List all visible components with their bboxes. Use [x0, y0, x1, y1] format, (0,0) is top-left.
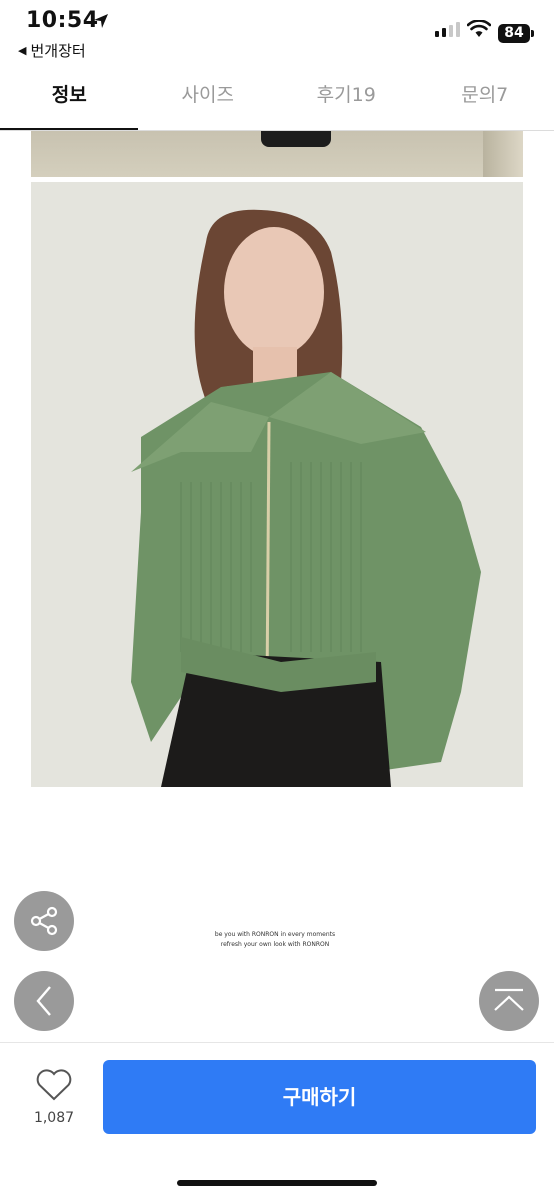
battery-indicator: 84: [498, 24, 530, 43]
image-caption: be you with RONRON in every moments refr…: [150, 930, 400, 950]
tab-inquiries[interactable]: 문의7: [416, 72, 554, 130]
like-count: 1,087: [33, 1110, 75, 1126]
battery-tip: [531, 30, 534, 37]
shoe-shape: [261, 131, 331, 147]
stair-rail-shape: [483, 131, 523, 177]
tab-size[interactable]: 사이즈: [139, 72, 278, 130]
product-image-partial: [31, 131, 523, 177]
status-bar: 10:54 84: [0, 0, 554, 43]
heart-icon: [36, 1069, 72, 1101]
back-app-label: 번개장터: [30, 42, 86, 60]
tab-info[interactable]: 정보: [0, 72, 139, 131]
product-image-model: [31, 182, 523, 787]
share-icon: [30, 906, 58, 936]
scroll-top-icon: [494, 988, 524, 1011]
tab-bar: 정보 사이즈 후기19 문의7: [0, 72, 554, 131]
back-to-app-link[interactable]: ◀ 번개장터: [18, 40, 86, 61]
scroll-to-top-button[interactable]: [479, 971, 539, 1031]
caption-line-2: refresh your own look with RONRON: [220, 941, 330, 948]
share-button[interactable]: [14, 891, 74, 951]
caption-line-1: be you with RONRON in every moments: [214, 931, 336, 938]
previous-button[interactable]: [14, 971, 74, 1031]
wifi-icon: [467, 20, 491, 37]
buy-button[interactable]: 구매하기: [103, 1060, 536, 1134]
home-indicator: [177, 1180, 377, 1186]
model-illustration: [31, 182, 523, 787]
tab-reviews[interactable]: 후기19: [277, 72, 416, 130]
back-triangle-icon: ◀: [18, 44, 27, 57]
like-button[interactable]: 1,087: [22, 1068, 86, 1126]
cellular-signal-icon: [435, 22, 460, 37]
location-arrow-icon: [94, 14, 108, 28]
chevron-left-icon: [36, 986, 51, 1016]
status-time: 10:54: [26, 8, 99, 33]
